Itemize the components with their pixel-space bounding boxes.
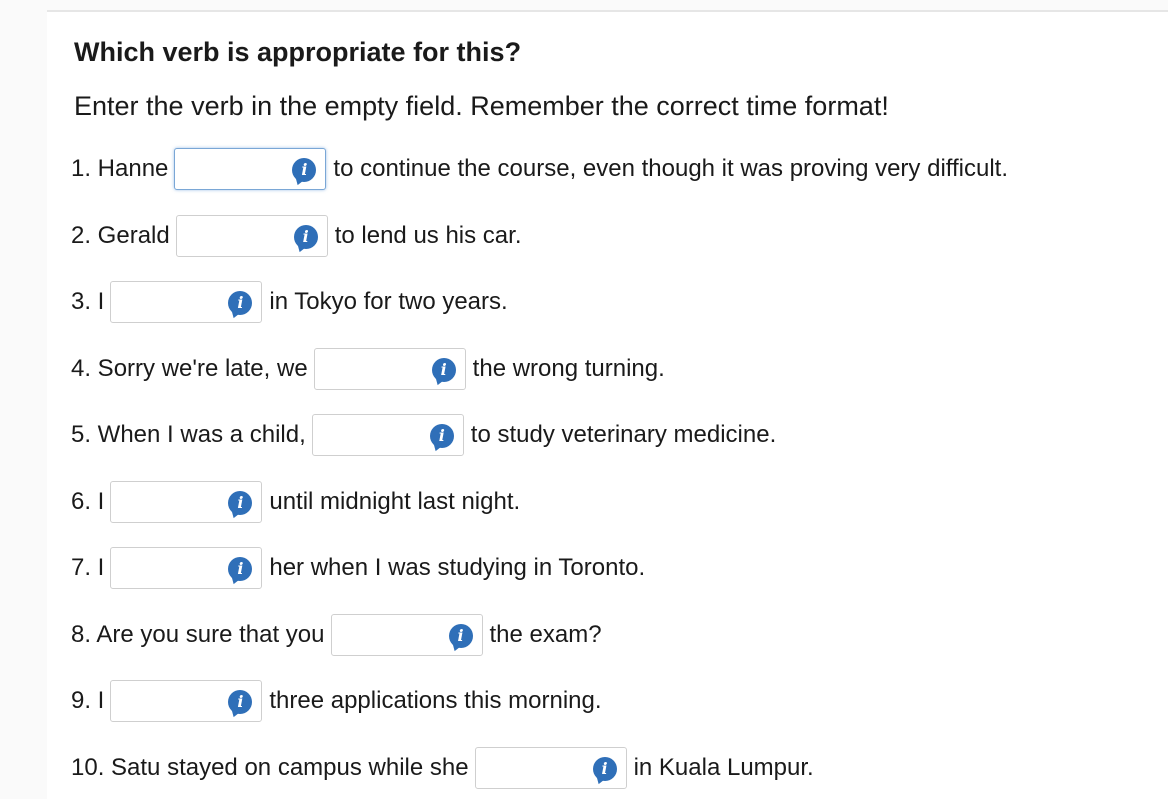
info-icon[interactable]: i xyxy=(228,557,253,581)
sentence-2-input[interactable] xyxy=(180,218,289,254)
sentence-8-before: 8. Are you sure that you xyxy=(71,621,325,648)
info-icon[interactable]: i xyxy=(429,424,454,448)
sentence-2-gap[interactable]: i xyxy=(175,215,328,257)
sentence-7-input[interactable] xyxy=(115,550,224,586)
info-icon[interactable]: i xyxy=(228,291,253,315)
sentence-5: 5. When I was a child, i to study veteri… xyxy=(71,413,776,457)
exercise-heading: Which verb is appropriate for this? xyxy=(74,37,522,67)
sentence-8-gap[interactable]: i xyxy=(330,614,483,656)
sentence-4-input[interactable] xyxy=(318,351,427,387)
sentence-9-after: three applications this morning. xyxy=(269,687,602,714)
sentence-10-gap[interactable]: i xyxy=(474,747,627,789)
info-icon[interactable]: i xyxy=(448,624,473,648)
sentence-4-after: the wrong turning. xyxy=(472,355,665,382)
sentence-5-before: 5. When I was a child, xyxy=(71,421,306,448)
exercise-instruction: Enter the verb in the empty field. Remem… xyxy=(74,91,889,121)
sentence-7-before: 7. I xyxy=(71,554,105,581)
info-icon[interactable]: i xyxy=(592,757,617,781)
sentence-7-after: her when I was studying in Toronto. xyxy=(269,554,646,581)
sentence-8-after: the exam? xyxy=(489,621,602,648)
sentence-8: 8. Are you sure that you i the exam? xyxy=(71,613,602,657)
sentence-9: 9. I i three applications this morning. xyxy=(71,679,602,723)
sentence-6-gap[interactable]: i xyxy=(110,481,263,523)
info-icon[interactable]: i xyxy=(431,358,456,382)
sentence-4-gap[interactable]: i xyxy=(313,348,466,390)
sentence-9-input[interactable] xyxy=(115,683,224,719)
sentence-2-before: 2. Gerald xyxy=(71,222,170,249)
sentence-7: 7. I i her when I was studying in Toront… xyxy=(71,546,645,590)
sentence-1-after: to continue the course, even though it w… xyxy=(333,155,1009,182)
exercise-page: Which verb is appropriate for this? Ente… xyxy=(0,0,1168,799)
sentence-3-after: in Tokyo for two years. xyxy=(269,288,508,315)
sentence-1: 1. Hanne i to continue the course, even … xyxy=(71,147,1008,191)
sentence-9-before: 9. I xyxy=(71,687,105,714)
sentence-7-gap[interactable]: i xyxy=(110,547,263,589)
sentence-4-before: 4. Sorry we're late, we xyxy=(71,355,308,382)
sentence-10-before: 10. Satu stayed on campus while she xyxy=(71,754,469,781)
sentence-8-input[interactable] xyxy=(335,617,444,653)
sentence-10-input[interactable] xyxy=(479,750,588,786)
sentence-3: 3. I i in Tokyo for two years. xyxy=(71,280,508,324)
sentence-6: 6. I i until midnight last night. xyxy=(71,480,520,524)
sentence-6-before: 6. I xyxy=(71,488,105,515)
info-icon[interactable]: i xyxy=(228,690,253,714)
sentence-10-after: in Kuala Lumpur. xyxy=(633,754,814,781)
sentence-4: 4. Sorry we're late, we i the wrong turn… xyxy=(71,347,665,391)
sentence-3-before: 3. I xyxy=(71,288,105,315)
sentence-1-gap[interactable]: i xyxy=(174,148,327,190)
sentence-1-before: 1. Hanne xyxy=(71,155,169,182)
sentence-2: 2. Gerald i to lend us his car. xyxy=(71,214,522,258)
sentence-6-input[interactable] xyxy=(115,484,224,520)
sentence-10: 10. Satu stayed on campus while she i in… xyxy=(71,746,814,790)
sentence-5-input[interactable] xyxy=(316,417,425,453)
sentence-6-after: until midnight last night. xyxy=(269,488,521,515)
sentence-1-input[interactable] xyxy=(179,151,288,187)
info-icon[interactable]: i xyxy=(292,158,317,182)
sentence-3-input[interactable] xyxy=(115,284,224,320)
sentence-2-after: to lend us his car. xyxy=(334,222,522,249)
sentence-5-after: to study veterinary medicine. xyxy=(470,421,777,448)
sentence-9-gap[interactable]: i xyxy=(110,680,263,722)
info-icon[interactable]: i xyxy=(228,491,253,515)
info-icon[interactable]: i xyxy=(293,225,318,249)
sentence-3-gap[interactable]: i xyxy=(110,281,263,323)
sentence-5-gap[interactable]: i xyxy=(311,414,464,456)
